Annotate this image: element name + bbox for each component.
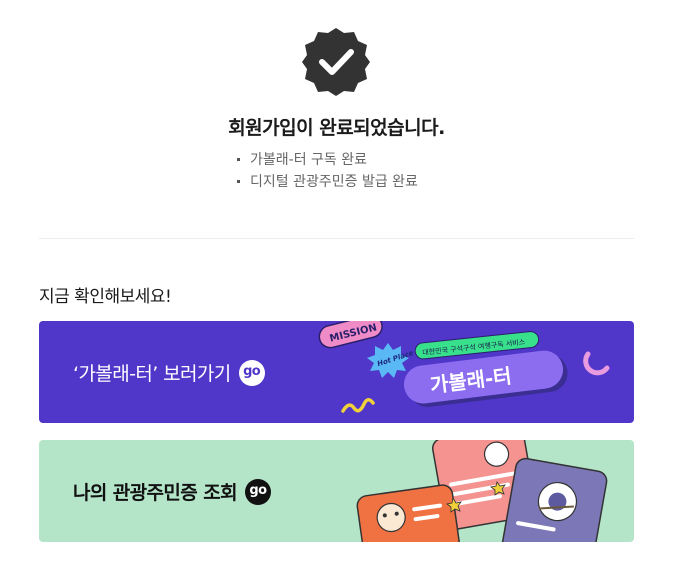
purple-id-card (501, 457, 608, 542)
resident-id-card[interactable]: 나의 관광주민증 조회 go (39, 440, 634, 542)
check-badge-icon (302, 28, 370, 96)
list-item: 디지털 관광주민증 발급 완료 (236, 171, 418, 193)
yellow-squiggle-deco (341, 398, 375, 413)
divider (39, 238, 634, 239)
list-item: 가볼래-터 구독 완료 (236, 149, 418, 171)
completion-list: 가볼래-터 구독 완료 디지털 관광주민증 발급 완료 (236, 149, 418, 193)
gabollaeter-card[interactable]: ‘가볼래-터’ 보러가기 go MISSION 가볼래-터 대한민국 구석구석 … (39, 321, 634, 423)
orange-id-card (356, 484, 462, 542)
section-title: 지금 확인해보세요! (39, 287, 172, 307)
hot-place-star: Hot Place (367, 343, 415, 378)
completion-title: 회원가입이 완료되었습니다. (228, 117, 445, 139)
pink-arc-deco (583, 351, 610, 376)
mission-sticker: MISSION (318, 321, 383, 349)
resident-id-cards-illustration (356, 440, 608, 542)
gabollaeter-banner-illustration: MISSION 가볼래-터 대한민국 구석구석 여행구독 서비스 Hot Pla… (318, 321, 610, 413)
